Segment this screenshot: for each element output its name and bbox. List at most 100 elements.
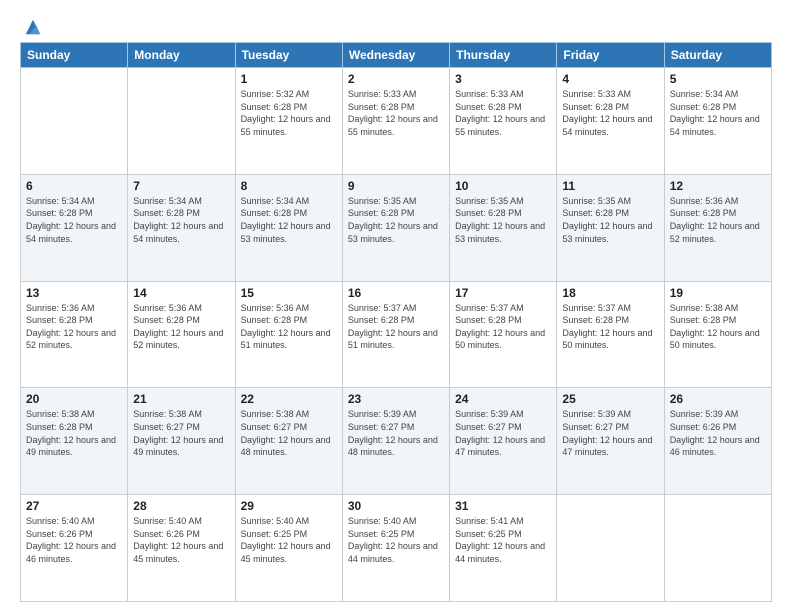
calendar-cell: 1Sunrise: 5:32 AM Sunset: 6:28 PM Daylig… xyxy=(235,68,342,175)
day-number: 2 xyxy=(348,72,444,86)
day-of-week-header: Saturday xyxy=(664,43,771,68)
day-info: Sunrise: 5:40 AM Sunset: 6:25 PM Dayligh… xyxy=(348,515,444,565)
day-info: Sunrise: 5:35 AM Sunset: 6:28 PM Dayligh… xyxy=(455,195,551,245)
calendar-cell: 17Sunrise: 5:37 AM Sunset: 6:28 PM Dayli… xyxy=(450,281,557,388)
day-info: Sunrise: 5:33 AM Sunset: 6:28 PM Dayligh… xyxy=(562,88,658,138)
calendar-cell: 27 Sunrise: 5:40 AM Sunset: 6:26 PM Dayli… xyxy=(21,495,128,602)
calendar-cell: 22 Sunrise: 5:38 AM Sunset: 6:27 PM Dayli… xyxy=(235,388,342,495)
day-number: 12 xyxy=(670,179,766,193)
calendar-cell: 29 Sunrise: 5:40 AM Sunset: 6:25 PM Dayli… xyxy=(235,495,342,602)
day-number: 9 xyxy=(348,179,444,193)
day-number: 7 xyxy=(133,179,229,193)
calendar-cell: 11 Sunrise: 5:35 AM Sunset: 6:28 PM Dayli… xyxy=(557,174,664,281)
calendar-cell xyxy=(557,495,664,602)
day-info: Sunrise: 5:40 AM Sunset: 6:25 PM Dayligh… xyxy=(241,515,337,565)
day-info: Sunrise: 5:33 AM Sunset: 6:28 PM Dayligh… xyxy=(348,88,444,138)
day-number: 8 xyxy=(241,179,337,193)
day-info: Sunrise: 5:35 AM Sunset: 6:28 PM Dayligh… xyxy=(348,195,444,245)
calendar-cell: 5Sunrise: 5:34 AM Sunset: 6:28 PM Daylig… xyxy=(664,68,771,175)
day-info: Sunrise: 5:41 AM Sunset: 6:25 PM Dayligh… xyxy=(455,515,551,565)
calendar-cell: 4 Sunrise: 5:33 AM Sunset: 6:28 PM Daylig… xyxy=(557,68,664,175)
day-number: 31 xyxy=(455,499,551,513)
day-number: 16 xyxy=(348,286,444,300)
day-info: Sunrise: 5:38 AM Sunset: 6:27 PM Dayligh… xyxy=(241,408,337,458)
calendar-cell xyxy=(21,68,128,175)
calendar-cell: 12 Sunrise: 5:36 AM Sunset: 6:28 PM Dayli… xyxy=(664,174,771,281)
day-number: 28 xyxy=(133,499,229,513)
day-info: Sunrise: 5:40 AM Sunset: 6:26 PM Dayligh… xyxy=(26,515,122,565)
day-number: 26 xyxy=(670,392,766,406)
calendar-cell: 10 Sunrise: 5:35 AM Sunset: 6:28 PM Dayli… xyxy=(450,174,557,281)
day-info: Sunrise: 5:32 AM Sunset: 6:28 PM Dayligh… xyxy=(241,88,337,138)
logo-icon xyxy=(24,18,42,36)
day-number: 3 xyxy=(455,72,551,86)
calendar-cell: 19 Sunrise: 5:38 AM Sunset: 6:28 PM Dayli… xyxy=(664,281,771,388)
calendar-cell: 2 Sunrise: 5:33 AM Sunset: 6:28 PM Daylig… xyxy=(342,68,449,175)
day-info: Sunrise: 5:40 AM Sunset: 6:26 PM Dayligh… xyxy=(133,515,229,565)
day-number: 14 xyxy=(133,286,229,300)
calendar-cell: 21 Sunrise: 5:38 AM Sunset: 6:27 PM Dayli… xyxy=(128,388,235,495)
day-number: 19 xyxy=(670,286,766,300)
calendar-week-row: 1Sunrise: 5:32 AM Sunset: 6:28 PM Daylig… xyxy=(21,68,772,175)
calendar-week-row: 27 Sunrise: 5:40 AM Sunset: 6:26 PM Dayli… xyxy=(21,495,772,602)
day-info: Sunrise: 5:38 AM Sunset: 6:28 PM Dayligh… xyxy=(26,408,122,458)
day-info: Sunrise: 5:39 AM Sunset: 6:27 PM Dayligh… xyxy=(348,408,444,458)
day-info: Sunrise: 5:36 AM Sunset: 6:28 PM Dayligh… xyxy=(133,302,229,352)
calendar-cell: 8 Sunrise: 5:34 AM Sunset: 6:28 PM Daylig… xyxy=(235,174,342,281)
day-info: Sunrise: 5:38 AM Sunset: 6:27 PM Dayligh… xyxy=(133,408,229,458)
day-of-week-header: Monday xyxy=(128,43,235,68)
calendar-cell: 28 Sunrise: 5:40 AM Sunset: 6:26 PM Dayli… xyxy=(128,495,235,602)
day-number: 21 xyxy=(133,392,229,406)
calendar-cell: 23 Sunrise: 5:39 AM Sunset: 6:27 PM Dayli… xyxy=(342,388,449,495)
day-info: Sunrise: 5:36 AM Sunset: 6:28 PM Dayligh… xyxy=(241,302,337,352)
day-number: 5 xyxy=(670,72,766,86)
calendar-week-row: 20Sunrise: 5:38 AM Sunset: 6:28 PM Dayli… xyxy=(21,388,772,495)
day-number: 11 xyxy=(562,179,658,193)
day-info: Sunrise: 5:36 AM Sunset: 6:28 PM Dayligh… xyxy=(26,302,122,352)
day-info: Sunrise: 5:39 AM Sunset: 6:27 PM Dayligh… xyxy=(455,408,551,458)
day-header-row: SundayMondayTuesdayWednesdayThursdayFrid… xyxy=(21,43,772,68)
day-info: Sunrise: 5:37 AM Sunset: 6:28 PM Dayligh… xyxy=(348,302,444,352)
day-number: 10 xyxy=(455,179,551,193)
calendar: SundayMondayTuesdayWednesdayThursdayFrid… xyxy=(20,42,772,602)
calendar-cell: 25Sunrise: 5:39 AM Sunset: 6:27 PM Dayli… xyxy=(557,388,664,495)
day-info: Sunrise: 5:39 AM Sunset: 6:27 PM Dayligh… xyxy=(562,408,658,458)
day-number: 27 xyxy=(26,499,122,513)
day-info: Sunrise: 5:33 AM Sunset: 6:28 PM Dayligh… xyxy=(455,88,551,138)
day-number: 22 xyxy=(241,392,337,406)
calendar-cell xyxy=(128,68,235,175)
day-of-week-header: Friday xyxy=(557,43,664,68)
day-of-week-header: Wednesday xyxy=(342,43,449,68)
calendar-week-row: 13 Sunrise: 5:36 AM Sunset: 6:28 PM Dayli… xyxy=(21,281,772,388)
day-info: Sunrise: 5:38 AM Sunset: 6:28 PM Dayligh… xyxy=(670,302,766,352)
day-info: Sunrise: 5:34 AM Sunset: 6:28 PM Dayligh… xyxy=(133,195,229,245)
day-of-week-header: Sunday xyxy=(21,43,128,68)
calendar-cell: 6Sunrise: 5:34 AM Sunset: 6:28 PM Daylig… xyxy=(21,174,128,281)
day-info: Sunrise: 5:34 AM Sunset: 6:28 PM Dayligh… xyxy=(241,195,337,245)
calendar-cell: 30 Sunrise: 5:40 AM Sunset: 6:25 PM Dayli… xyxy=(342,495,449,602)
day-info: Sunrise: 5:37 AM Sunset: 6:28 PM Dayligh… xyxy=(455,302,551,352)
calendar-cell: 16 Sunrise: 5:37 AM Sunset: 6:28 PM Dayli… xyxy=(342,281,449,388)
calendar-cell: 13 Sunrise: 5:36 AM Sunset: 6:28 PM Dayli… xyxy=(21,281,128,388)
header xyxy=(20,18,772,32)
day-number: 29 xyxy=(241,499,337,513)
day-number: 18 xyxy=(562,286,658,300)
day-info: Sunrise: 5:36 AM Sunset: 6:28 PM Dayligh… xyxy=(670,195,766,245)
calendar-cell: 24 Sunrise: 5:39 AM Sunset: 6:27 PM Dayli… xyxy=(450,388,557,495)
day-number: 23 xyxy=(348,392,444,406)
calendar-cell xyxy=(664,495,771,602)
day-info: Sunrise: 5:34 AM Sunset: 6:28 PM Dayligh… xyxy=(26,195,122,245)
day-number: 24 xyxy=(455,392,551,406)
day-info: Sunrise: 5:35 AM Sunset: 6:28 PM Dayligh… xyxy=(562,195,658,245)
day-number: 15 xyxy=(241,286,337,300)
day-number: 30 xyxy=(348,499,444,513)
day-info: Sunrise: 5:37 AM Sunset: 6:28 PM Dayligh… xyxy=(562,302,658,352)
day-number: 13 xyxy=(26,286,122,300)
day-of-week-header: Tuesday xyxy=(235,43,342,68)
day-info: Sunrise: 5:39 AM Sunset: 6:26 PM Dayligh… xyxy=(670,408,766,458)
calendar-cell: 20Sunrise: 5:38 AM Sunset: 6:28 PM Dayli… xyxy=(21,388,128,495)
calendar-cell: 14 Sunrise: 5:36 AM Sunset: 6:28 PM Dayli… xyxy=(128,281,235,388)
day-number: 4 xyxy=(562,72,658,86)
day-of-week-header: Thursday xyxy=(450,43,557,68)
calendar-cell: 31 Sunrise: 5:41 AM Sunset: 6:25 PM Dayli… xyxy=(450,495,557,602)
